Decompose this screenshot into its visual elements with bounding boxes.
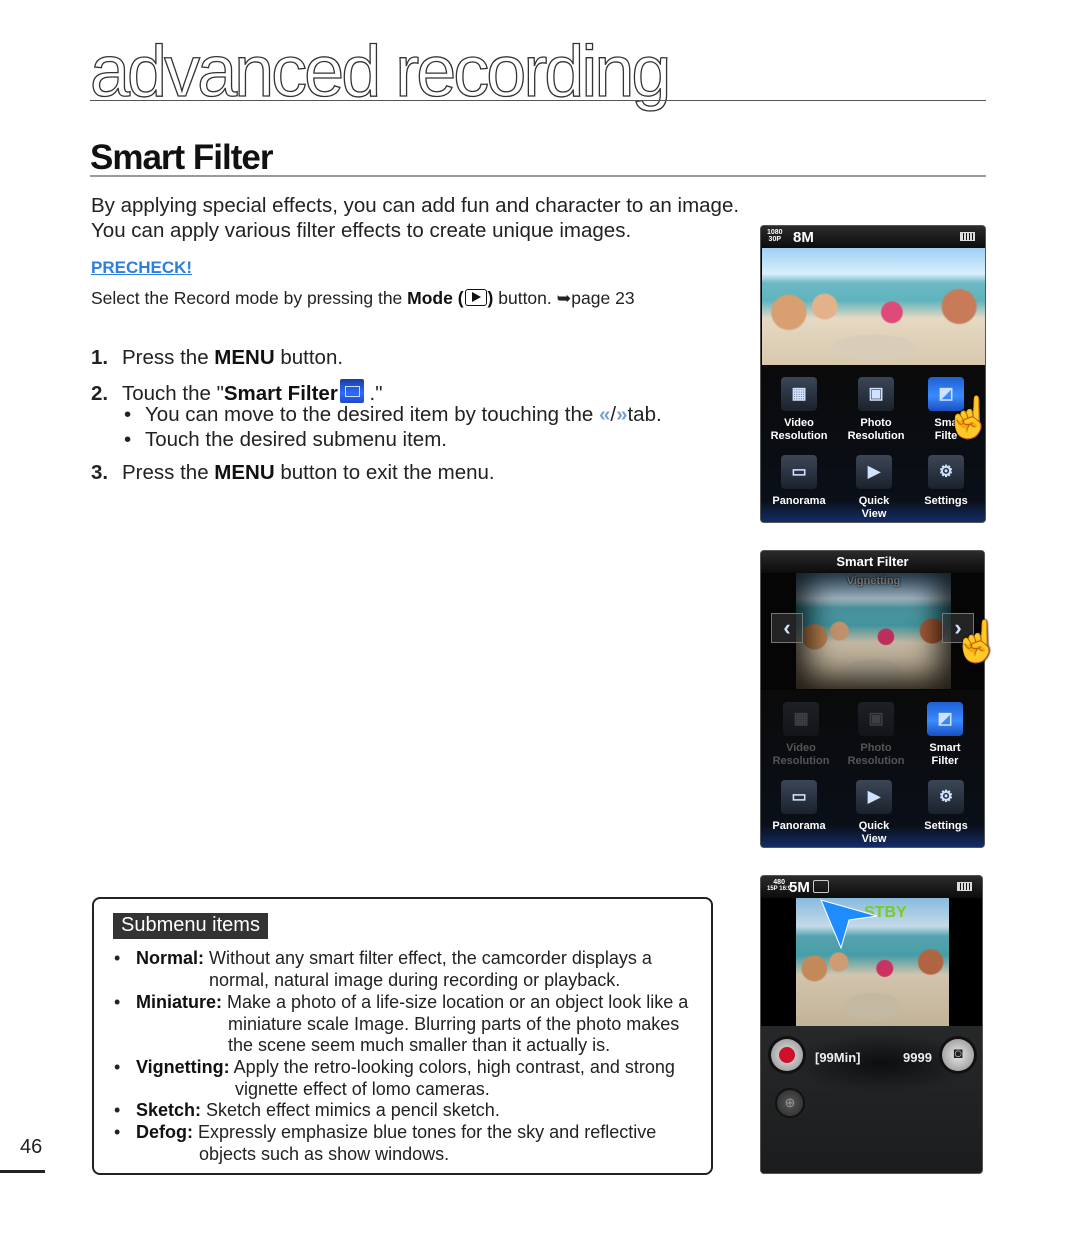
pointer-arrow-icon [820,899,878,950]
step-text: button. [274,346,344,369]
step-bold: MENU [214,346,275,369]
precheck-label[interactable]: PRECHECK! [91,258,192,278]
menu-grid: ▦ Video Resolution ▣ Photo Resolution ◩ Sm… [761,690,984,847]
touch-hand-icon: ☝ [944,396,994,440]
step-3: 3. Press the MENU button to exit the menu… [91,461,495,485]
control-panel: [99Min] 9999 ◙ ⊕ [761,1026,982,1173]
menu-item-settings[interactable]: ⚙ Settings [911,455,981,508]
step-number: 3. [91,461,109,484]
camera-icon: ◙ [953,1045,963,1062]
step-text: button to exit the menu. [274,461,495,484]
page-number-rule [0,1170,45,1173]
step-2: 2. Touch the "Smart Filter ." [91,379,382,406]
touch-hand-icon: ☝ [952,620,1002,664]
section-title: Smart Filter [90,138,273,177]
intro-line-2: You can apply various filter effects to … [91,219,632,242]
zoom-button[interactable]: ⊕ [775,1088,805,1118]
battery-icon [957,882,972,891]
menu-grid: ▦ Video Resolution ▣ Photo Resolution ◩ Sm… [761,365,985,522]
step-text: Press the [122,461,215,484]
submenu-title: Submenu items [113,913,268,939]
step-text: Touch the " [122,382,224,405]
bullet: • [124,403,132,426]
photo-count: 9999 [903,1050,932,1065]
menu-item-video-resolution: ▦ Video Resolution [766,702,836,768]
sub-text: Touch the desired submenu item. [145,428,447,451]
panorama-icon: ▭ [781,780,817,814]
video-resolution-icon: ▦ [781,377,817,411]
step-number: 1. [91,346,109,369]
remaining-time: [99Min] [815,1050,861,1065]
quick-view-icon: ▶ [856,455,892,489]
preview-image [762,248,985,365]
menu-item-photo-resolution: ▣ Photo Resolution [841,702,911,768]
menu-item-quick-view[interactable]: ▶ Quick View [839,455,909,521]
sub-text: tab. [627,403,662,426]
stabilizer-icon [813,880,829,893]
step-1: 1. Press the MENU button. [91,346,343,370]
camera-screen-smart-filter: Smart Filter Vignetting ‹ › ▦ Video Resol… [760,550,985,848]
step-bold: MENU [214,461,275,484]
smart-filter-icon [339,379,364,403]
photo-resolution-icon: ▣ [858,377,894,411]
section-divider [90,175,986,177]
zoom-icon: ⊕ [784,1095,796,1110]
right-tab-icon: » [616,403,628,426]
precheck-text-after: button. [493,288,557,308]
filter-preview-image: Vignetting [796,573,951,689]
play-mode-icon [464,289,487,306]
step-text: Press the [122,346,215,369]
menu-item-settings[interactable]: ⚙ Settings [911,780,981,833]
panorama-icon: ▭ [781,455,817,489]
step-2-sub-1: • You can move to the desired item by tou… [124,403,662,427]
bullet: • [124,428,132,451]
camera-screen-recording: 480 15P 16:9 5M STBY [99Min] 9999 ◙ ⊕ [760,875,983,1174]
settings-icon: ⚙ [928,780,964,814]
precheck-text-before: Select the Record mode by pressing the [91,288,408,308]
quick-view-icon: ▶ [856,780,892,814]
chapter-divider [90,100,986,101]
mode-label: Mode ( [407,288,464,308]
page-reference[interactable]: ➥page 23 [557,288,635,308]
settings-icon: ⚙ [928,455,964,489]
battery-icon [960,232,975,241]
photo-resolution-icon: ▣ [858,702,894,736]
menu-item-panorama[interactable]: ▭ Panorama [764,780,834,833]
camera-screen-menu: 1080 30P 8M ▦ Video Resolution ▣ Photo Reso… [760,225,986,523]
photo-resolution-indicator: 5M [789,879,810,896]
step-2-sub-2: • Touch the desired submenu item. [124,428,447,452]
intro-paragraph: By applying special effects, you can add… [91,193,739,243]
intro-line-1: By applying special effects, you can add… [91,194,740,217]
status-bar: 480 15P 16:9 5M [761,876,982,898]
status-bar: 1080 30P 8M [761,226,985,248]
photo-resolution-indicator: 8M [793,229,814,246]
left-tab-icon: « [598,403,611,426]
video-quality-indicator: 1080 30P [767,229,783,243]
step-number: 2. [91,382,109,405]
menu-item-panorama[interactable]: ▭ Panorama [764,455,834,508]
photo-capture-button[interactable]: ◙ [942,1039,974,1071]
record-icon [779,1047,795,1063]
step-text: ." [363,382,383,405]
previous-filter-button[interactable]: ‹ [771,613,803,643]
sub-text: You can move to the desired item by touc… [145,403,599,426]
record-button[interactable] [771,1039,803,1071]
screen-title: Smart Filter [761,551,984,573]
menu-item-photo-resolution[interactable]: ▣ Photo Resolution [841,377,911,443]
video-resolution-icon: ▦ [783,702,819,736]
precheck-text: Select the Record mode by pressing the M… [91,288,635,309]
smart-filter-icon: ◩ [927,702,963,736]
page-number: 46 [20,1136,43,1158]
menu-item-smart-filter[interactable]: ◩ Smart Filter [910,702,980,768]
video-quality-indicator: 480 15P 16:9 [767,879,792,892]
step-bold: Smart Filter [223,382,338,405]
submenu-items-box: Submenu items • Normal: Without any smar… [92,897,713,1175]
menu-item-video-resolution[interactable]: ▦ Video Resolution [764,377,834,443]
menu-item-quick-view[interactable]: ▶ Quick View [839,780,909,846]
chapter-title: advanced recording [89,32,672,112]
